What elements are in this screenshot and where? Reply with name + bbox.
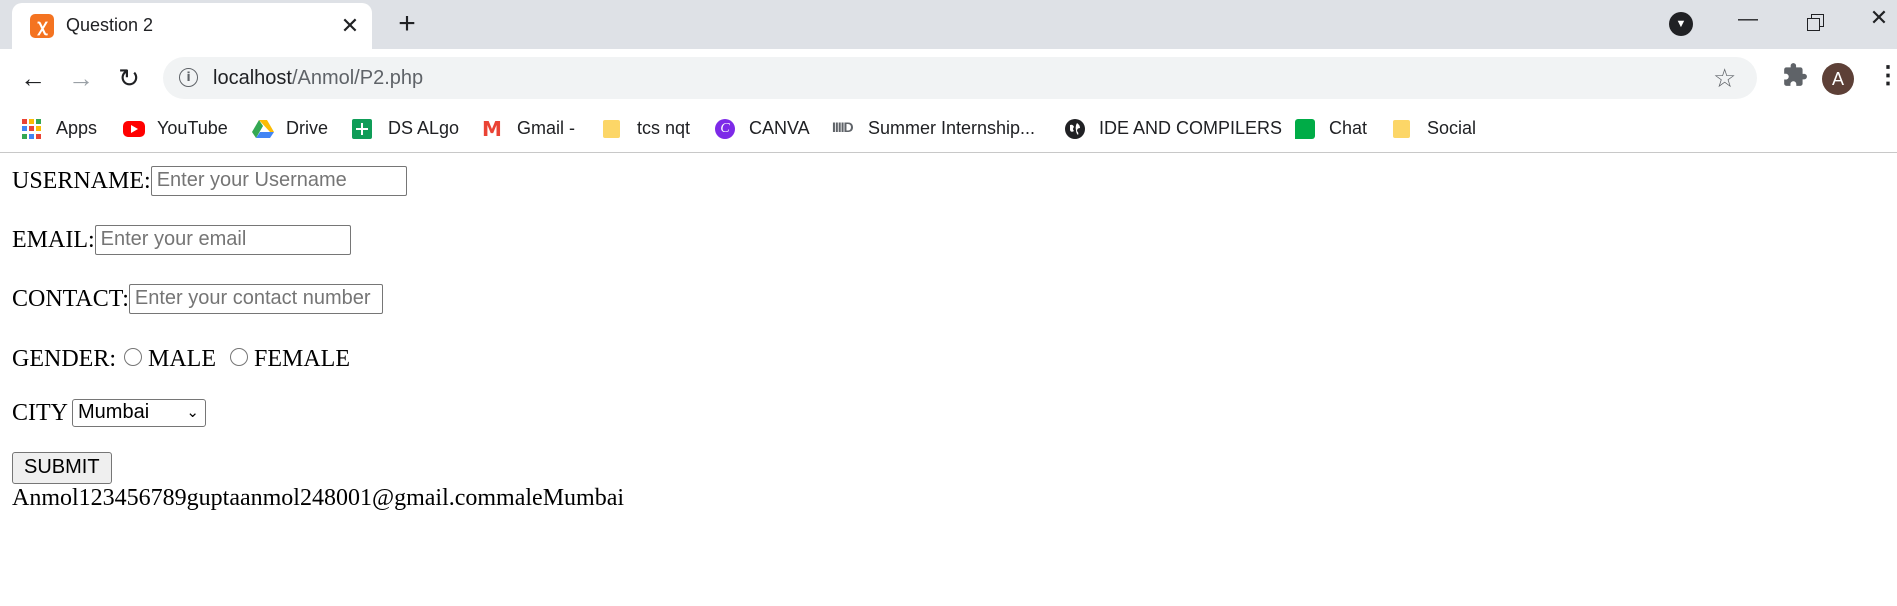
- bookmark-label: tcs nqt: [637, 118, 691, 138]
- chevron-down-icon: ⌄: [186, 404, 199, 421]
- reload-icon[interactable]: ↻: [112, 61, 146, 95]
- internship-icon: IIIID: [832, 119, 854, 135]
- bookmark-label: Social: [1427, 118, 1477, 138]
- google-chat-icon: [1295, 119, 1315, 139]
- xampp-favicon-icon: ꭓ: [30, 14, 54, 38]
- address-bar[interactable]: i localhost/Anmol/P2.php ☆: [163, 57, 1757, 99]
- bookmark-label: YouTube: [157, 118, 228, 138]
- gender-row: GENDER: MALE FEMALE: [12, 342, 350, 376]
- bookmark-star-icon[interactable]: ☆: [1713, 63, 1736, 94]
- bookmark-summer-internship[interactable]: IIIID Summer Internship...: [832, 116, 1042, 142]
- bookmark-youtube[interactable]: YouTube: [123, 116, 233, 142]
- bookmark-label: Summer Internship...: [868, 118, 1036, 138]
- bookmark-ds-algo[interactable]: DS ALgo: [352, 116, 462, 142]
- tab-search-icon[interactable]: ▼: [1669, 12, 1693, 36]
- contact-row: CONTACT: Enter your contact number: [12, 282, 383, 316]
- url-host: localhost: [213, 67, 292, 89]
- city-select[interactable]: Mumbai ⌄: [72, 399, 206, 427]
- site-info-icon[interactable]: i: [179, 68, 198, 87]
- username-row: USERNAME: Enter your Username: [12, 164, 407, 198]
- new-tab-button[interactable]: +: [390, 7, 424, 41]
- city-row: CITY Mumbai ⌄: [12, 396, 206, 430]
- apps-grid-icon: [22, 119, 42, 139]
- email-input[interactable]: Enter your email: [94, 225, 351, 255]
- contact-input[interactable]: Enter your contact number: [128, 284, 383, 314]
- tab-strip: ꭓ Question 2 ✕ + ▼ — ✕: [0, 0, 1897, 49]
- submit-row: SUBMIT: [12, 451, 112, 485]
- tab-title: Question 2: [66, 15, 154, 35]
- google-sheets-icon: [352, 119, 372, 139]
- bookmark-tcs-nqt[interactable]: tcs nqt: [603, 116, 693, 142]
- bookmark-ide-and-compilers[interactable]: IDE AND COMPILERS: [1065, 116, 1282, 142]
- extensions-puzzle-icon[interactable]: [1778, 62, 1812, 95]
- submitted-output-text: Anmol123456789guptaanmol248001@gmail.com…: [12, 485, 625, 511]
- url-text[interactable]: localhost/Anmol/P2.php: [213, 67, 423, 90]
- gender-male-radio[interactable]: [124, 348, 142, 366]
- bookmark-canva[interactable]: C CANVA: [715, 116, 815, 142]
- bookmark-label: Chat: [1329, 118, 1368, 138]
- tab-close-icon[interactable]: ✕: [336, 12, 364, 40]
- city-selected-value: Mumbai: [78, 401, 150, 423]
- page-content: USERNAME: Enter your Username EMAIL: Ent…: [0, 153, 1897, 606]
- browser-toolbar: ← → ↻ i localhost/Anmol/P2.php ☆ A ⋮: [0, 49, 1897, 106]
- email-label: EMAIL:: [12, 226, 95, 253]
- globe-icon: [1065, 119, 1085, 139]
- forward-arrow-icon[interactable]: →: [64, 61, 98, 95]
- youtube-icon: [123, 121, 145, 137]
- username-input[interactable]: Enter your Username: [150, 166, 407, 196]
- minimize-icon[interactable]: —: [1733, 8, 1763, 31]
- bookmark-drive[interactable]: Drive: [252, 116, 332, 142]
- browser-tab[interactable]: ꭓ Question 2 ✕: [12, 3, 372, 49]
- gender-female-label: FEMALE: [254, 345, 350, 372]
- folder-icon: [603, 120, 620, 138]
- back-arrow-icon[interactable]: ←: [16, 61, 50, 95]
- city-label: CITY: [12, 399, 68, 426]
- bookmark-label: Apps: [56, 118, 98, 138]
- bookmarks-bar: Apps YouTube Drive DS ALgo M Gmail - tcs…: [0, 106, 1897, 153]
- bookmark-apps[interactable]: Apps: [22, 116, 104, 142]
- folder-icon: [1393, 120, 1410, 138]
- bookmark-chat[interactable]: Chat: [1295, 116, 1375, 142]
- bookmark-label: DS ALgo: [388, 118, 460, 138]
- restore-icon[interactable]: [1800, 10, 1830, 36]
- contact-label: CONTACT:: [12, 285, 129, 312]
- bookmark-label: Gmail -: [517, 118, 575, 138]
- window-close-icon[interactable]: ✕: [1865, 5, 1893, 31]
- bookmark-label: Drive: [286, 118, 329, 138]
- bookmark-gmail[interactable]: M Gmail -: [482, 116, 582, 142]
- email-row: EMAIL: Enter your email: [12, 223, 351, 257]
- bookmark-label: CANVA: [749, 118, 810, 138]
- profile-avatar[interactable]: A: [1822, 63, 1854, 95]
- url-path: /Anmol/P2.php: [291, 67, 424, 89]
- kebab-menu-icon[interactable]: ⋮: [1876, 61, 1897, 90]
- username-label: USERNAME:: [12, 167, 151, 194]
- gender-label: GENDER:: [12, 345, 116, 372]
- bookmark-label: IDE AND COMPILERS: [1099, 118, 1283, 138]
- gmail-icon: M: [482, 117, 502, 141]
- submit-button[interactable]: SUBMIT: [12, 452, 112, 484]
- gender-female-radio[interactable]: [230, 348, 248, 366]
- canva-icon: C: [715, 119, 735, 139]
- bookmark-social[interactable]: Social: [1393, 116, 1483, 142]
- gender-male-label: MALE: [148, 345, 216, 372]
- google-drive-icon: [252, 119, 274, 139]
